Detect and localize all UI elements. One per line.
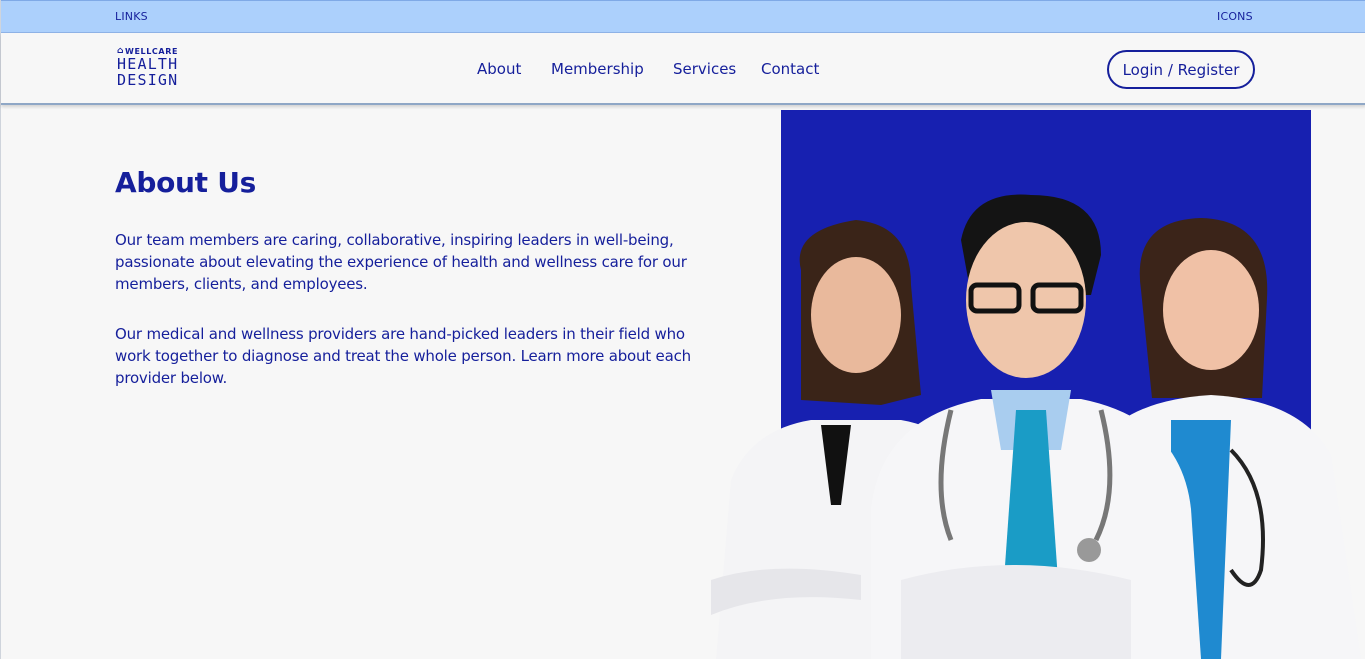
icons-label[interactable]: ICONS [1217,10,1253,23]
links-label[interactable]: LINKS [115,10,148,23]
nav-link-membership[interactable]: Membership [551,60,644,78]
login-register-button[interactable]: Login / Register [1107,50,1255,89]
nav-link-services[interactable]: Services [673,60,736,78]
page: LINKS ICONS ⌂ WELLCARE HEALTH DESIGN Abo… [0,0,1365,659]
providers-paragraph: Our medical and wellness providers are h… [115,325,691,387]
logo[interactable]: ⌂ WELLCARE HEALTH DESIGN [117,47,187,89]
logo-wordmark-health: HEALTH [117,55,179,73]
intro-paragraph: Our team members are caring, collaborati… [115,231,687,293]
site-header: ⌂ WELLCARE HEALTH DESIGN About Membershi… [1,33,1365,105]
nav-link-contact[interactable]: Contact [761,60,819,78]
page-title: About Us [115,166,257,199]
top-utility-bar: LINKS ICONS [1,0,1365,33]
logo-wordmark-design: DESIGN [117,71,179,89]
nav-link-about[interactable]: About [477,60,521,78]
doctors-team-image [711,194,1361,659]
